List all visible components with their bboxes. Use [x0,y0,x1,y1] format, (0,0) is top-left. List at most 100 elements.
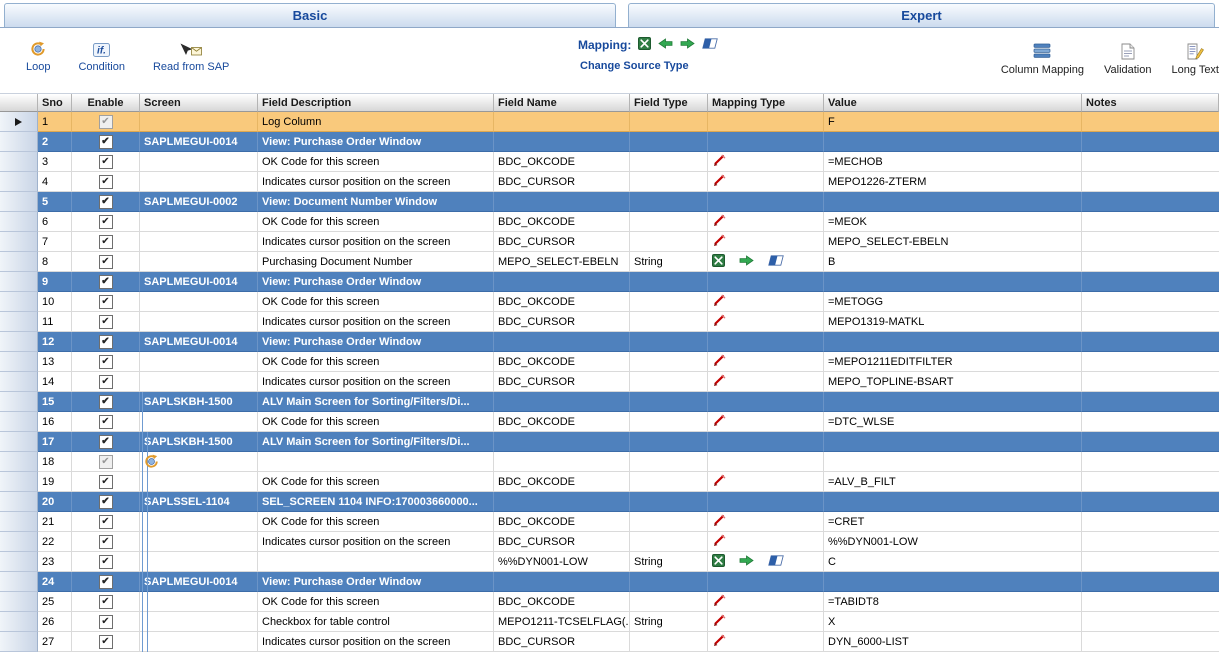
read-from-sap-button[interactable]: Read from SAP [153,37,229,73]
enable-checkbox[interactable] [99,435,113,449]
unmapped-icon[interactable] [712,174,726,190]
col-header-mapping-type[interactable]: Mapping Type [708,94,824,112]
row-selector[interactable] [0,412,38,432]
cell-value[interactable] [824,572,1082,592]
enable-checkbox[interactable] [99,595,113,609]
enable-checkbox[interactable] [99,515,113,529]
excel-source-icon[interactable] [712,554,725,570]
cell-notes[interactable] [1082,632,1219,652]
col-header-value[interactable]: Value [824,94,1082,112]
enable-checkbox[interactable] [99,175,113,189]
enable-checkbox[interactable] [99,195,113,209]
cell-value[interactable] [824,432,1082,452]
cell-notes[interactable] [1082,412,1219,432]
cell-value[interactable] [824,132,1082,152]
enable-checkbox[interactable] [99,235,113,249]
unmapped-icon[interactable] [712,374,726,390]
unmapped-icon[interactable] [712,514,726,530]
cell-notes[interactable] [1082,152,1219,172]
cell-notes[interactable] [1082,332,1219,352]
col-header-screen[interactable]: Screen [140,94,258,112]
cell-value[interactable]: MEPO_TOPLINE-BSART [824,372,1082,392]
unmapped-icon[interactable] [712,154,726,170]
cell-value[interactable] [824,332,1082,352]
row-selector[interactable] [0,312,38,332]
row-selector[interactable] [0,152,38,172]
row-selector[interactable] [0,492,38,512]
row-selector[interactable] [0,192,38,212]
row-selector[interactable] [0,332,38,352]
enable-checkbox[interactable] [99,275,113,289]
enable-checkbox[interactable] [99,415,113,429]
enable-checkbox[interactable] [99,455,113,469]
cell-value[interactable] [824,452,1082,472]
cell-notes[interactable] [1082,312,1219,332]
col-header-notes[interactable]: Notes [1082,94,1219,112]
col-header-field-description[interactable]: Field Description [258,94,494,112]
validation-button[interactable]: Validation [1104,40,1152,76]
cell-notes[interactable] [1082,612,1219,632]
cell-notes[interactable] [1082,352,1219,372]
enable-checkbox[interactable] [99,115,113,129]
row-selector[interactable] [0,272,38,292]
cell-notes[interactable] [1082,252,1219,272]
cell-value[interactable]: =DTC_WLSE [824,412,1082,432]
row-selector[interactable] [0,172,38,192]
cell-notes[interactable] [1082,512,1219,532]
cell-notes[interactable] [1082,232,1219,252]
cell-notes[interactable] [1082,392,1219,412]
cell-notes[interactable] [1082,492,1219,512]
cell-notes[interactable] [1082,552,1219,572]
unmapped-icon[interactable] [712,614,726,630]
select-all-corner[interactable] [0,94,38,112]
tab-expert[interactable]: Expert [628,3,1215,27]
enable-checkbox[interactable] [99,395,113,409]
cell-notes[interactable] [1082,112,1219,132]
unmapped-icon[interactable] [712,474,726,490]
col-header-field-type[interactable]: Field Type [630,94,708,112]
row-selector[interactable] [0,432,38,452]
cell-value[interactable]: MEPO1319-MATKL [824,312,1082,332]
cell-value[interactable]: =ALV_B_FILT [824,472,1082,492]
row-selector[interactable] [0,552,38,572]
row-selector[interactable] [0,632,38,652]
cell-value[interactable]: =MEOK [824,212,1082,232]
enable-checkbox[interactable] [99,355,113,369]
cell-value[interactable]: =MECHOB [824,152,1082,172]
sap-target-icon[interactable] [768,255,784,269]
unmapped-icon[interactable] [712,534,726,550]
unmapped-icon[interactable] [712,294,726,310]
cell-value[interactable]: =TABIDT8 [824,592,1082,612]
cell-notes[interactable] [1082,212,1219,232]
cell-notes[interactable] [1082,572,1219,592]
row-selector[interactable] [0,612,38,632]
cell-value[interactable]: =METOGG [824,292,1082,312]
cell-value[interactable] [824,392,1082,412]
enable-checkbox[interactable] [99,315,113,329]
row-selector[interactable] [0,372,38,392]
col-header-enable[interactable]: Enable [72,94,140,112]
enable-checkbox[interactable] [99,255,113,269]
cell-value[interactable]: F [824,112,1082,132]
cell-notes[interactable] [1082,592,1219,612]
cell-value[interactable]: DYN_6000-LIST [824,632,1082,652]
cell-value[interactable]: MEPO_SELECT-EBELN [824,232,1082,252]
enable-checkbox[interactable] [99,375,113,389]
cell-notes[interactable] [1082,472,1219,492]
row-selector[interactable] [0,112,38,132]
row-selector[interactable] [0,472,38,492]
sap-target-icon[interactable] [768,555,784,569]
map-arrow-icon[interactable] [739,555,754,569]
cell-value[interactable] [824,492,1082,512]
cell-notes[interactable] [1082,532,1219,552]
cell-notes[interactable] [1082,272,1219,292]
enable-checkbox[interactable] [99,575,113,589]
long-text-button[interactable]: Long Text [1171,40,1219,76]
cell-value[interactable]: C [824,552,1082,572]
col-header-field-name[interactable]: Field Name [494,94,630,112]
enable-checkbox[interactable] [99,635,113,649]
row-selector[interactable] [0,592,38,612]
enable-checkbox[interactable] [99,495,113,509]
unmapped-icon[interactable] [712,354,726,370]
cell-value[interactable]: =MEPO1211EDITFILTER [824,352,1082,372]
